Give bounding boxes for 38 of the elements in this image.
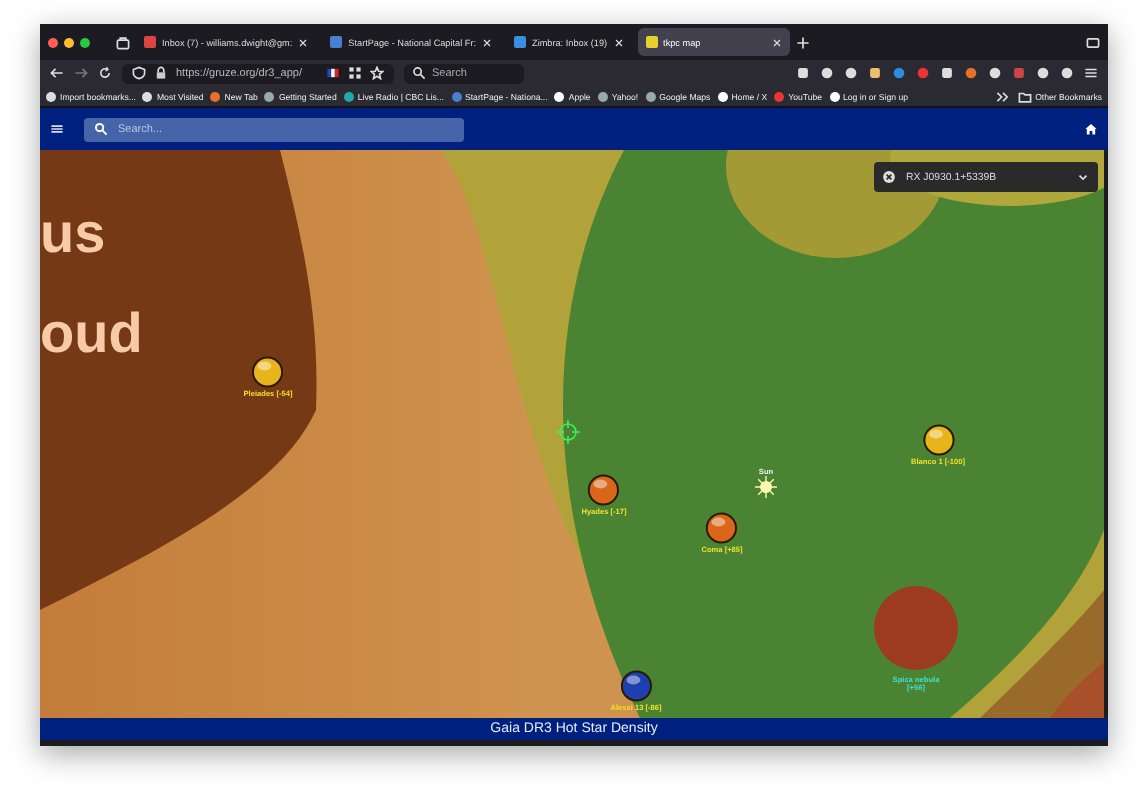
sphere-marker-icon[interactable]: [706, 512, 738, 544]
new-tab-icon[interactable]: [795, 35, 810, 49]
close-icon[interactable]: [771, 37, 782, 47]
tab-overview-icon[interactable]: [116, 35, 130, 49]
forward-icon[interactable]: [74, 66, 88, 80]
close-window-icon[interactable]: [48, 37, 58, 47]
star-icon[interactable]: [370, 66, 384, 80]
favicon-icon: [330, 36, 343, 48]
search-icon: [94, 122, 108, 136]
clear-icon[interactable]: [882, 170, 896, 184]
chevron-down-icon: [1076, 170, 1090, 184]
shield-icon: [132, 66, 146, 80]
favicon-icon: [514, 36, 527, 48]
lock-icon: [154, 66, 168, 80]
close-icon[interactable]: [482, 37, 493, 47]
favicon-icon: [144, 36, 156, 48]
folder-icon: [1017, 89, 1032, 103]
close-icon[interactable]: [298, 37, 309, 47]
home-icon[interactable]: [1084, 122, 1098, 136]
nebula-marker-icon[interactable]: [870, 582, 962, 674]
chevrons-icon[interactable]: [996, 89, 1011, 103]
sphere-marker-icon[interactable]: [620, 670, 652, 702]
menu-icon[interactable]: [50, 122, 64, 136]
sun-icon[interactable]: [755, 476, 777, 498]
flag-icon: [326, 66, 340, 80]
reload-icon[interactable]: [98, 66, 112, 80]
close-icon[interactable]: [613, 37, 624, 47]
menu-icon[interactable]: [1084, 66, 1098, 80]
crosshair-icon[interactable]: [555, 419, 581, 445]
minimize-window-icon[interactable]: [64, 37, 74, 47]
search-icon: [412, 66, 426, 80]
back-icon[interactable]: [50, 66, 64, 80]
maximize-window-icon[interactable]: [80, 37, 90, 47]
tab-list-icon[interactable]: [1086, 35, 1100, 49]
favicon-icon: [645, 36, 658, 48]
region-label: us: [40, 206, 106, 262]
region-label: oud: [40, 306, 143, 362]
grid-icon[interactable]: [348, 66, 362, 80]
